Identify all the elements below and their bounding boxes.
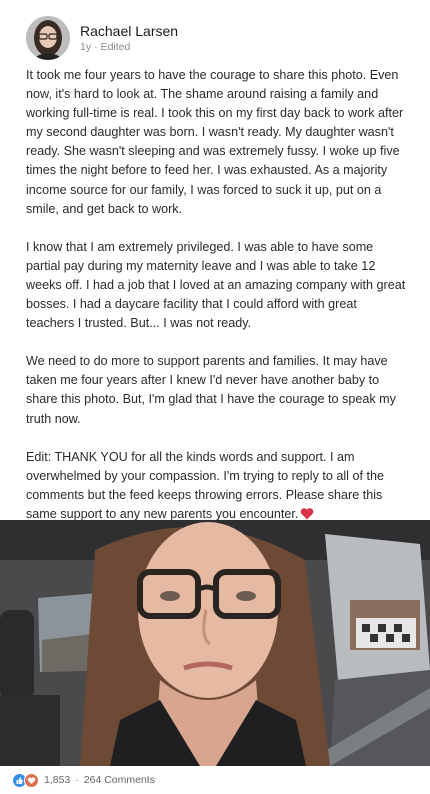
reaction-icons[interactable] [12, 772, 39, 788]
post-time: 1y [80, 41, 92, 53]
meta-separator: · [94, 41, 98, 53]
comments-count[interactable]: 264 Comments [84, 774, 155, 786]
footer-separator: · [75, 774, 79, 786]
heart-icon [24, 772, 39, 788]
post-header: Rachael Larsen 1y · Edited [26, 14, 406, 62]
post-photo[interactable] [0, 520, 430, 766]
post-paragraph-last: Edit: THANK YOU for all the kinds words … [26, 448, 408, 526]
author-name[interactable]: Rachael Larsen [80, 22, 178, 40]
edited-label: Edited [100, 41, 131, 53]
social-counts: 1,853 · 264 Comments [12, 771, 155, 789]
avatar[interactable] [26, 16, 70, 60]
post-body: It took me four years to have the courag… [26, 66, 408, 526]
post-paragraph: It took me four years to have the courag… [26, 68, 404, 216]
post-paragraph-text: Edit: THANK YOU for all the kinds words … [26, 449, 384, 521]
post-meta: 1y · Edited [80, 40, 178, 54]
reaction-count[interactable]: 1,853 [44, 774, 70, 786]
post-paragraph: We need to do more to support parents an… [26, 354, 396, 426]
post-paragraph: I know that I am extremely privileged. I… [26, 239, 406, 331]
